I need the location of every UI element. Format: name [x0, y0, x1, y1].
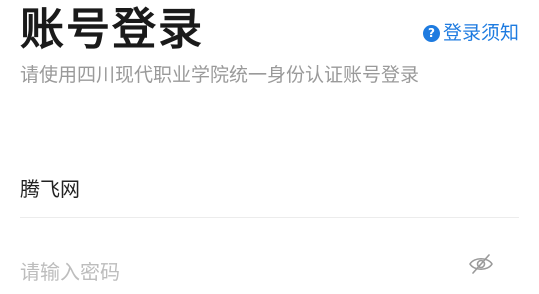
username-field[interactable]: 腾飞网	[20, 174, 80, 204]
login-notice-label: 登录须知	[442, 22, 519, 44]
username-divider	[20, 217, 519, 218]
page-subtitle: 请使用四川现代职业学院统一身份认证账号登录	[20, 64, 420, 86]
password-input[interactable]	[20, 254, 440, 290]
eye-slash-icon[interactable]	[467, 252, 495, 276]
page-title: 账号登录	[20, 4, 204, 55]
question-circle-icon: ?	[422, 24, 440, 42]
login-notice-link[interactable]: ? 登录须知	[422, 20, 519, 46]
